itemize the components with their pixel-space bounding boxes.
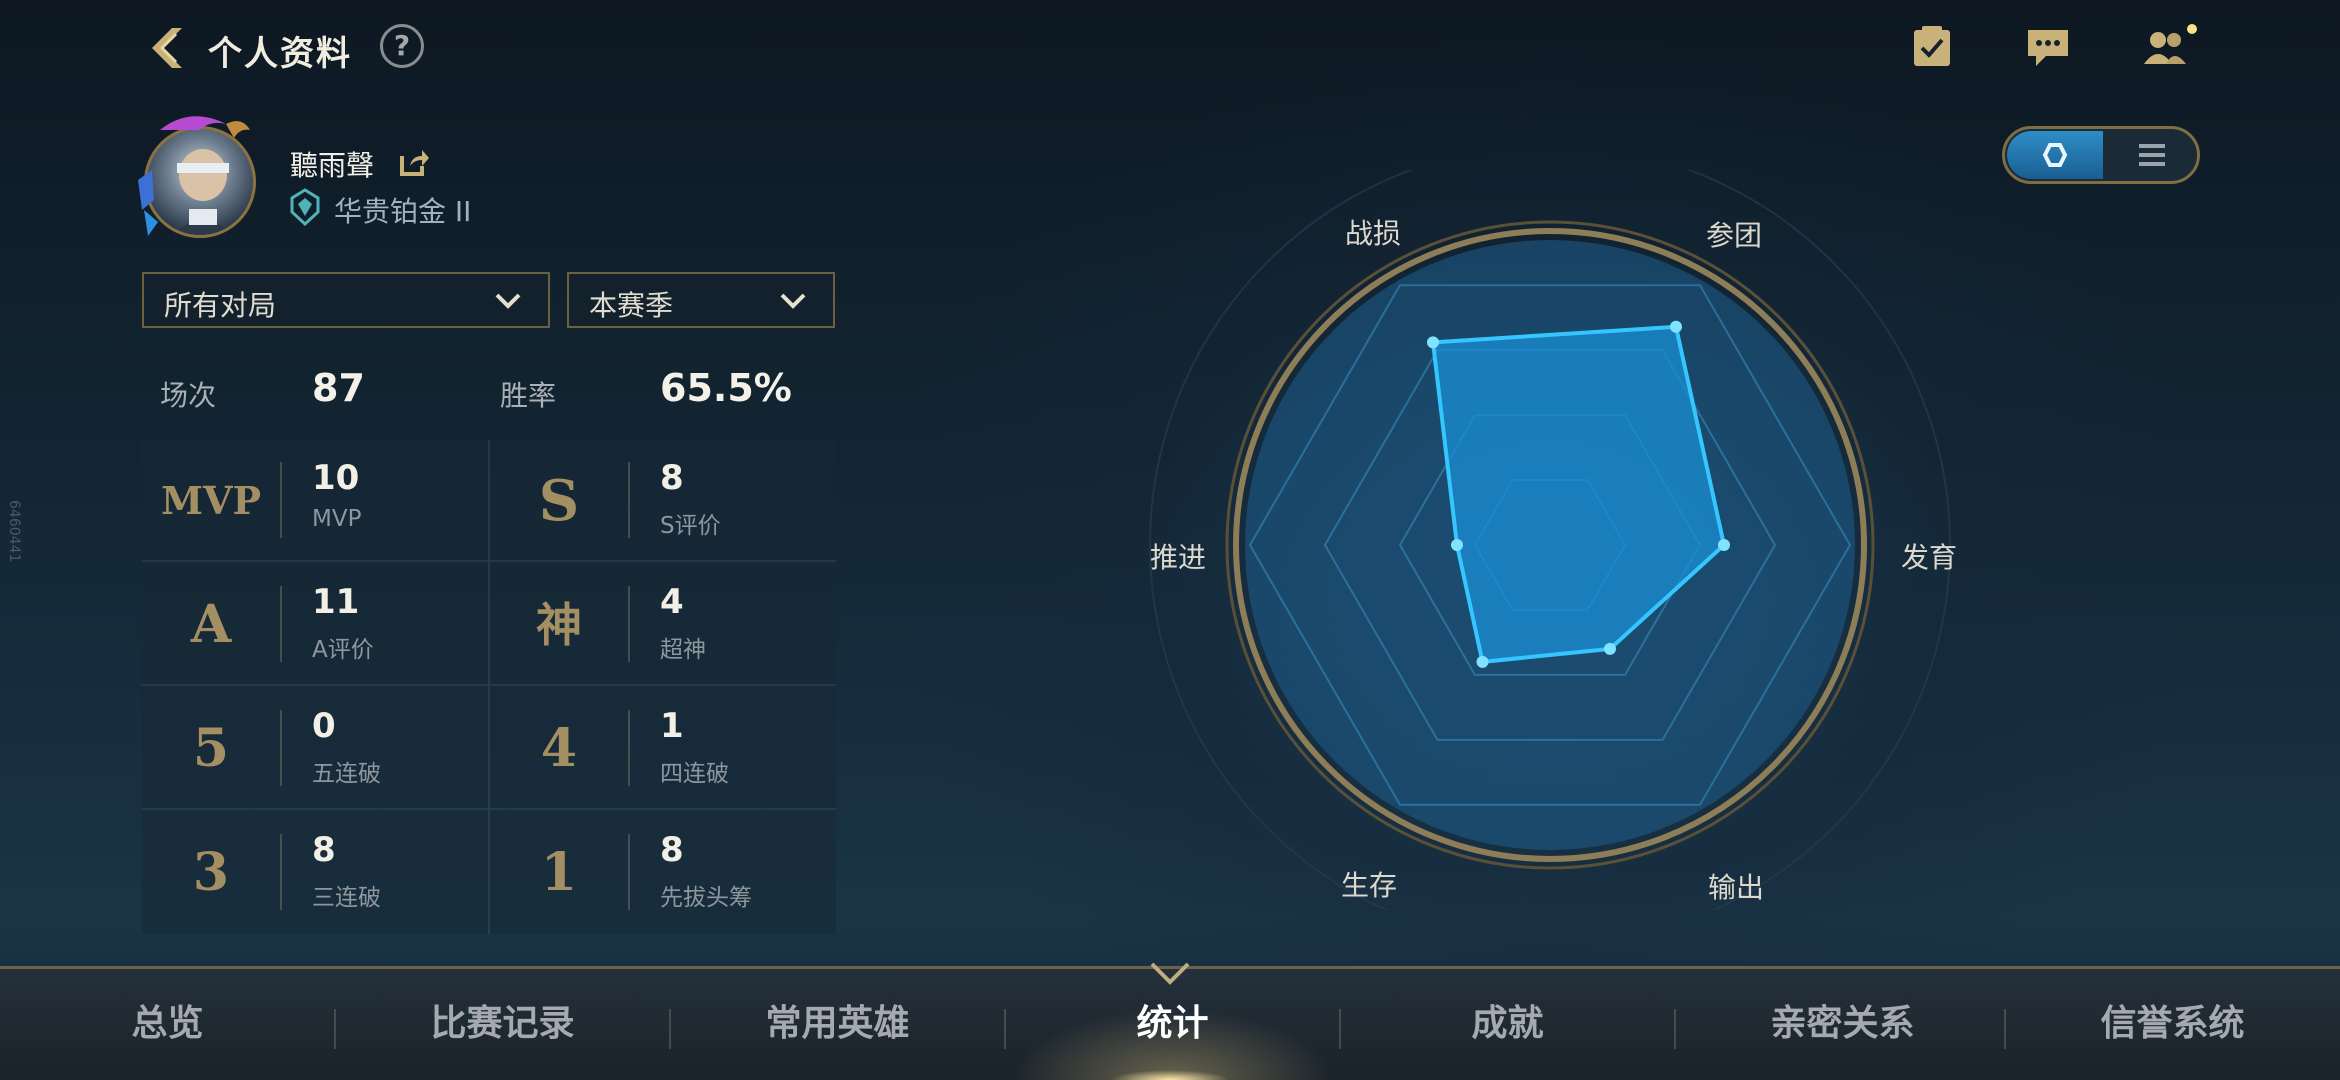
season-dropdown[interactable]: 本赛季	[567, 272, 835, 328]
view-toggle[interactable]	[2002, 126, 2200, 184]
stat-value: 10	[312, 458, 360, 498]
radar-point-0	[1427, 336, 1439, 349]
stats-grid: MVP 10 MVP S 8 S评价 A 11 A评价 神 4 超神 5 0 五…	[142, 440, 836, 934]
stat-value: 1	[660, 706, 684, 746]
match-mode-dropdown[interactable]: 所有对局	[142, 272, 550, 328]
rank-badge-icon	[290, 188, 320, 226]
winrate-value: 65.5%	[660, 366, 792, 410]
s-badge-icon: S	[538, 468, 580, 534]
radar-view-button[interactable]	[2007, 131, 2103, 179]
stat-value: 4	[660, 582, 684, 622]
match-mode-value: 所有对局	[164, 289, 277, 322]
legendary-badge-icon: 神	[536, 598, 582, 652]
side-tag: 6460441	[6, 500, 22, 563]
page-title: 个人资料	[208, 34, 352, 74]
stat-legendary: 神 4 超神	[490, 564, 836, 686]
games-label: 场次	[160, 379, 217, 412]
winrate-label: 胜率	[500, 379, 557, 412]
radar-chart: 战损 参团 发育 输出 生存 推进	[1100, 144, 2000, 946]
chat-icon[interactable]	[2024, 24, 2072, 70]
penta-badge-icon: 5	[192, 718, 230, 779]
tab-overview[interactable]: 总览	[0, 969, 335, 1080]
share-icon[interactable]	[398, 146, 430, 178]
chevron-down-icon	[780, 293, 806, 309]
list-view-button[interactable]	[2105, 131, 2197, 179]
stat-mvp: MVP 10 MVP	[142, 440, 488, 562]
stat-caption: 四连破	[660, 761, 729, 787]
radar-point-4	[1476, 655, 1489, 668]
first-blood-badge-icon: 1	[540, 842, 578, 903]
stat-s-rating: S 8 S评价	[490, 440, 836, 562]
stat-value: 8	[660, 830, 684, 870]
stat-caption: 先拔头筹	[660, 885, 752, 911]
radar-point-3	[1604, 642, 1616, 655]
username: 聽雨聲	[290, 149, 375, 182]
task-list-icon[interactable]	[1908, 24, 1956, 70]
radar-chart-svg	[1149, 144, 1951, 946]
stat-a-rating: A 11 A评价	[142, 564, 488, 686]
stat-penta-kill: 5 0 五连破	[142, 688, 488, 810]
stat-value: 8	[660, 458, 684, 498]
radar-label-farming: 发育	[1901, 541, 1958, 574]
radar-point-2	[1718, 539, 1730, 551]
avatar[interactable]	[130, 110, 266, 246]
list-icon	[2139, 144, 2165, 166]
tab-heroes[interactable]: 常用英雄	[670, 969, 1005, 1080]
games-value: 87	[312, 366, 365, 410]
stat-triple-kill: 3 8 三连破	[142, 812, 488, 934]
a-badge-icon: A	[190, 594, 232, 655]
back-icon[interactable]	[138, 20, 194, 76]
friends-icon[interactable]	[2140, 24, 2200, 70]
radar-point-5	[1451, 539, 1463, 551]
tab-match-history[interactable]: 比赛记录	[335, 969, 670, 1080]
avatar-frame-icon	[138, 116, 250, 236]
stat-value: 8	[312, 830, 336, 870]
radar-label-damage-taken: 战损	[1345, 217, 1402, 250]
triple-badge-icon: 3	[192, 842, 230, 903]
stat-caption: 三连破	[312, 885, 381, 911]
stat-value: 0	[312, 706, 336, 746]
radar-label-push: 推进	[1150, 541, 1207, 574]
tab-achievements[interactable]: 成就	[1340, 969, 1675, 1080]
tab-relationships[interactable]: 亲密关系	[1675, 969, 2010, 1080]
stat-caption: 五连破	[312, 761, 381, 787]
stat-caption: MVP	[312, 506, 362, 532]
radar-label-survival: 生存	[1341, 869, 1398, 902]
active-tab-glow	[1110, 1070, 1230, 1080]
stat-caption: A评价	[312, 637, 374, 663]
radar-point-1	[1670, 320, 1682, 333]
stat-quadra-kill: 4 1 四连破	[490, 688, 836, 810]
stat-value: 11	[312, 582, 360, 622]
stat-first-blood: 1 8 先拔头筹	[490, 812, 836, 934]
hexagon-icon	[2042, 143, 2068, 167]
season-value: 本赛季	[589, 289, 674, 322]
stat-caption: 超神	[660, 637, 706, 663]
rank-label: 华贵铂金 II	[334, 195, 472, 228]
active-tab-indicator-icon	[1150, 962, 1190, 985]
chevron-down-icon	[495, 293, 521, 309]
stat-caption: S评价	[660, 513, 721, 539]
help-icon[interactable]: ?	[380, 24, 424, 68]
radar-label-damage: 输出	[1708, 871, 1765, 904]
mvp-badge-icon: MVP	[160, 478, 262, 523]
quadra-badge-icon: 4	[540, 718, 578, 779]
radar-label-teamfight: 参团	[1706, 219, 1763, 252]
tab-credit-system[interactable]: 信誉系统	[2005, 969, 2340, 1080]
